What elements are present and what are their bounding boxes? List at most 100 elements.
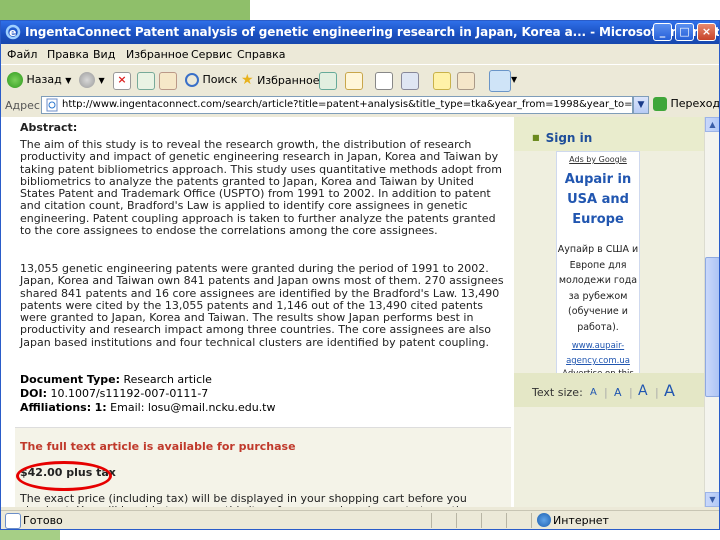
document-type-label: Document Type: <box>20 373 120 386</box>
menu-view[interactable]: Вид <box>93 48 115 61</box>
go-label: Переход <box>670 97 720 110</box>
back-arrow-icon <box>7 72 23 88</box>
status-divider <box>456 513 457 528</box>
menu-file[interactable]: Файл <box>7 48 37 61</box>
search-label: Поиск <box>202 73 238 86</box>
ads-by-google[interactable]: Ads by Google <box>557 155 639 164</box>
ad-body: Аупайр в США и Европе для молодежи года … <box>557 244 639 333</box>
abstract-paragraph-1: The aim of this study is to reveal the r… <box>20 138 502 238</box>
status-divider <box>431 513 432 528</box>
document-type-row: Document Type: Research article <box>20 373 508 387</box>
status-bar: Готово Интернет <box>1 510 719 529</box>
print-icon[interactable] <box>375 72 393 90</box>
favorites-button[interactable]: ★ Избранное <box>241 70 320 90</box>
page-done-icon <box>5 513 21 529</box>
maximize-button[interactable]: □ <box>675 23 694 41</box>
menu-bar: Файл Правка Вид Избранное Сервис Справка <box>1 44 719 64</box>
sign-in-link[interactable]: Sign in <box>532 131 593 145</box>
page-icon <box>46 98 58 112</box>
status-divider <box>481 513 482 528</box>
back-label: Назад <box>26 73 62 86</box>
mail-icon[interactable] <box>345 72 363 90</box>
edit-icon[interactable] <box>401 72 419 90</box>
doi-row: DOI: 10.1007/s11192-007-0111-7 <box>20 387 508 401</box>
go-arrow-icon <box>653 97 667 111</box>
chevron-down-icon: ▼ <box>98 76 105 85</box>
browser-window: e IngentaConnect Patent analysis of gene… <box>0 20 720 530</box>
forward-arrow-icon <box>79 72 95 88</box>
star-icon: ★ <box>241 72 254 88</box>
chevron-down-icon[interactable]: ▼ <box>511 70 517 90</box>
minimize-button[interactable]: _ <box>653 23 672 41</box>
slide-accent-top <box>0 0 250 20</box>
ad-title[interactable]: Aupair in USA and Europe <box>557 170 639 230</box>
affiliation-number: 1: <box>94 401 107 414</box>
status-divider <box>531 513 532 528</box>
scroll-thumb[interactable] <box>705 257 719 397</box>
text-size-xlarge-button[interactable]: A <box>664 381 675 400</box>
scroll-down-arrow-icon[interactable]: ▼ <box>705 492 719 507</box>
address-dropdown-button[interactable]: ▼ <box>633 96 649 114</box>
doi-label: DOI: <box>20 387 47 400</box>
article-column: Abstract: The aim of this study is to re… <box>15 117 511 507</box>
menu-edit[interactable]: Правка <box>47 48 89 61</box>
home-icon[interactable] <box>159 72 177 90</box>
address-bar: Адрес http://www.ingentaconnect.com/sear… <box>1 95 719 117</box>
menu-tools[interactable]: Сервис <box>191 48 232 61</box>
abstract-heading: Abstract: <box>20 121 78 134</box>
toolbar: Назад ▼ ▼ × Поиск ★ Избранное ▼ <box>1 64 719 96</box>
affiliation-email[interactable]: Email: losu@mail.ncku.edu.tw <box>110 401 275 414</box>
sidebar: Sign in Ads by Google Aupair in USA and … <box>514 117 704 507</box>
vertical-scrollbar[interactable]: ▲ ▼ <box>704 117 719 507</box>
stop-icon[interactable]: × <box>113 72 131 90</box>
google-ad[interactable]: Ads by Google Aupair in USA and Europe А… <box>556 151 640 387</box>
menu-help[interactable]: Справка <box>237 48 285 61</box>
price-note: The exact price (including tax) will be … <box>20 492 480 507</box>
abstract-paragraph-2: 13,055 genetic engineering patents were … <box>20 262 504 349</box>
ie-logo-icon: e <box>5 24 21 40</box>
svg-text:e: e <box>9 26 16 39</box>
status-divider <box>506 513 507 528</box>
text-size-medium-button[interactable]: A <box>614 386 622 399</box>
forward-button[interactable]: ▼ <box>79 70 105 90</box>
scroll-up-arrow-icon[interactable]: ▲ <box>705 117 719 132</box>
status-text: Готово <box>23 514 63 527</box>
refresh-icon[interactable] <box>137 72 155 90</box>
address-url: http://www.ingentaconnect.com/search/art… <box>62 99 633 110</box>
search-button[interactable]: Поиск <box>185 70 237 90</box>
menu-favorites[interactable]: Избранное <box>126 48 188 61</box>
search-icon <box>185 73 199 87</box>
text-size-control: Text size: A | A | A | A <box>514 373 704 407</box>
go-button[interactable]: Переход <box>653 97 720 111</box>
security-zone: Интернет <box>553 514 609 527</box>
research-icon[interactable] <box>457 72 475 90</box>
text-size-small-button[interactable]: A <box>590 387 597 398</box>
address-label: Адрес <box>5 99 40 112</box>
document-type-value: Research article <box>123 373 212 386</box>
internet-zone-icon <box>537 513 551 527</box>
separator: | <box>655 386 659 399</box>
ad-url[interactable]: www.aupair-agency.com.ua <box>557 339 639 369</box>
title-bar: e IngentaConnect Patent analysis of gene… <box>1 21 719 44</box>
window-title: IngentaConnect Patent analysis of geneti… <box>25 25 720 39</box>
address-input[interactable]: http://www.ingentaconnect.com/search/art… <box>41 96 633 114</box>
back-button[interactable]: Назад ▼ <box>7 70 71 90</box>
history-icon[interactable] <box>319 72 337 90</box>
sidebar-top: Sign in <box>514 117 704 151</box>
affiliations-label: Affiliations: <box>20 401 92 414</box>
price-highlight-annotation <box>16 461 112 491</box>
doi-value[interactable]: 10.1007/s11192-007-0111-7 <box>50 387 208 400</box>
chevron-down-icon: ▼ <box>65 76 72 85</box>
messenger-icon[interactable] <box>489 70 511 92</box>
text-size-large-button[interactable]: A <box>638 383 648 399</box>
discuss-icon[interactable] <box>433 72 451 90</box>
purchase-availability: The full text article is available for p… <box>20 440 296 453</box>
separator: | <box>629 386 633 399</box>
close-button[interactable]: × <box>697 23 716 41</box>
page-content: Abstract: The aim of this study is to re… <box>1 117 704 507</box>
text-size-label: Text size: <box>532 386 583 399</box>
affiliations-row: Affiliations: 1: Email: losu@mail.ncku.e… <box>20 401 508 415</box>
article-metadata: Document Type: Research article DOI: 10.… <box>20 373 508 415</box>
favorites-label: Избранное <box>257 74 320 87</box>
separator: | <box>604 386 608 399</box>
